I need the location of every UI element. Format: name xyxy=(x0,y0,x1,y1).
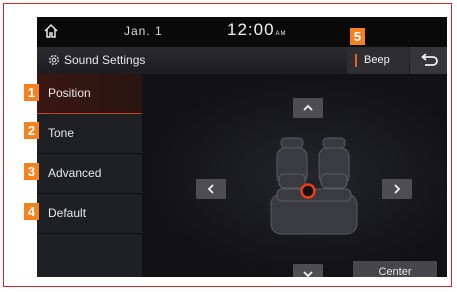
chevron-down-icon xyxy=(303,271,313,277)
back-button[interactable] xyxy=(410,47,447,74)
sidebar-item-advanced[interactable]: Advanced xyxy=(37,154,142,194)
sidebar-item-position[interactable]: Position xyxy=(37,74,142,114)
title-bar: Sound Settings Beep xyxy=(37,47,447,74)
callout-marker-2: 2 xyxy=(24,122,39,139)
callout-marker-3: 3 xyxy=(24,163,39,180)
sidebar-item-label: Tone xyxy=(48,126,75,140)
clock-ampm: AM xyxy=(275,31,287,37)
chevron-left-icon xyxy=(207,184,214,194)
status-bar: Jan. 1 12:00AM 5 xyxy=(37,17,447,47)
move-right-button[interactable] xyxy=(382,179,412,199)
home-icon xyxy=(44,23,58,38)
chevron-right-icon xyxy=(394,184,401,194)
move-front-button[interactable] xyxy=(293,98,323,118)
status-time: 12:00AM xyxy=(227,20,287,40)
callout-marker-4: 4 xyxy=(24,203,39,220)
beep-button[interactable]: Beep xyxy=(347,47,409,74)
page-title: Sound Settings xyxy=(64,53,146,67)
back-icon xyxy=(421,53,438,66)
callout-marker-1: 1 xyxy=(24,84,39,101)
head-unit-screen: Jan. 1 12:00AM 5 Sound Settings Beep Pos… xyxy=(37,17,447,277)
sidebar-item-label: Advanced xyxy=(48,166,102,180)
sound-position-panel: Center xyxy=(142,74,447,277)
callout-marker-5: 5 xyxy=(350,28,365,45)
sidebar-item-label: Default xyxy=(48,206,87,220)
sidebar-item-default[interactable]: Default xyxy=(37,194,142,234)
clock-time: 12:00 xyxy=(227,20,275,39)
center-button-label: Center xyxy=(378,266,412,277)
gear-icon xyxy=(49,55,59,65)
move-left-button[interactable] xyxy=(196,179,226,199)
beep-label: Beep xyxy=(364,54,390,66)
sidebar-item-label: Position xyxy=(48,86,91,100)
sidebar: Position Tone Advanced Default xyxy=(37,74,142,277)
center-button[interactable]: Center xyxy=(353,261,437,277)
home-button[interactable] xyxy=(43,23,59,39)
sidebar-item-tone[interactable]: Tone xyxy=(37,114,142,154)
status-date: Jan. 1 xyxy=(124,24,163,38)
chevron-up-icon xyxy=(303,104,313,111)
outer-frame: Jan. 1 12:00AM 5 Sound Settings Beep Pos… xyxy=(3,3,452,287)
move-rear-button[interactable] xyxy=(293,264,323,277)
beep-accent-bar xyxy=(355,54,357,67)
